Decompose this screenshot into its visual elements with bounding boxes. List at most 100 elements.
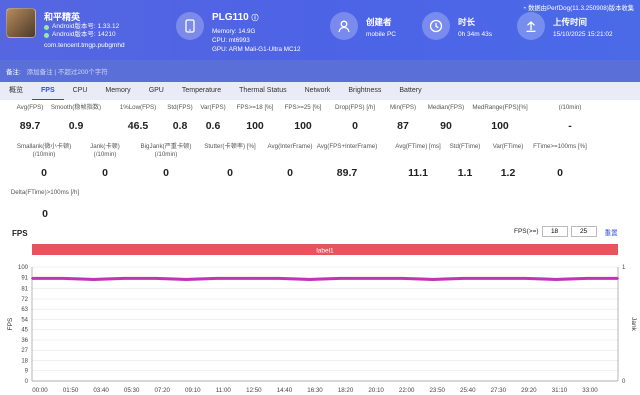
duration-label: 时长 xyxy=(458,17,476,27)
y-tick-label: 54 xyxy=(21,317,28,323)
x-tick-label: 00:00 xyxy=(32,387,48,394)
fps-data-point xyxy=(92,278,95,281)
fps-data-point xyxy=(123,277,126,280)
y-tick-label: 100 xyxy=(18,265,29,271)
upload-label: 上传时间 xyxy=(553,17,588,27)
stat-value: 100 xyxy=(491,120,509,132)
upload-icon xyxy=(517,12,545,40)
stat-label: (/10min) xyxy=(558,104,582,111)
tab-bar: 概览 FPS CPU Memory GPU Temperature Thermal Stat… xyxy=(0,82,640,100)
stat-value: - xyxy=(568,120,572,132)
info-icon[interactable]: ⓘ xyxy=(251,15,258,22)
x-tick-label: 31:10 xyxy=(552,387,568,394)
y-tick-label: 0 xyxy=(25,379,29,385)
y-tick-label: 27 xyxy=(21,348,28,354)
x-tick-label: 11:00 xyxy=(216,387,232,394)
stat-item: (/10min) - xyxy=(530,104,610,132)
y2-tick-label: 0 xyxy=(622,379,626,385)
device-meta: Memory: 14.9G CPU: mt6993 GPU: ARM Mali-… xyxy=(212,27,301,54)
tab-7[interactable]: Network xyxy=(296,82,340,100)
game-meta: Android版本号: 1.33.12 Android版本号: 14210 xyxy=(44,23,119,39)
stat-label: Avg(FPS+InterFrame) xyxy=(316,143,378,150)
stat-item: FTime>=100ms [%] 0 xyxy=(520,143,600,179)
stat-item: MedRange(FPS)[%] 100 xyxy=(460,104,540,132)
fps-threshold-input-1[interactable] xyxy=(541,226,568,237)
fps-series-line xyxy=(32,276,618,281)
game-name: 和平精英 xyxy=(44,12,81,22)
fps-chart[interactable]: label1 0 9 18 27 36 45 54 63 72 81 91 100 0 1 FPS Jank 00… xyxy=(0,240,640,395)
x-tick-label: 22:00 xyxy=(399,387,415,394)
fps-data-point xyxy=(555,278,558,281)
fps-data-point xyxy=(493,277,496,280)
y-tick-label: 72 xyxy=(21,297,28,303)
fps-threshold-input-2[interactable] xyxy=(570,226,597,237)
device-gpu: GPU: ARM Mali-G1-Ultra MC12 xyxy=(212,46,301,53)
fps-data-point xyxy=(401,277,404,280)
x-tick-label: 07:20 xyxy=(154,387,170,394)
fps-data-point xyxy=(617,277,619,280)
duration-value: 0h 34m 43s xyxy=(458,31,492,38)
y-tick-label: 63 xyxy=(21,307,28,313)
package-name: com.tencent.tmgp.pubgmhd xyxy=(44,42,125,49)
tab-0[interactable]: 概览 xyxy=(0,82,32,100)
fps-data-point xyxy=(246,277,249,280)
x-tick-label: 33:00 xyxy=(582,387,598,394)
perfdog-icon: ◔ xyxy=(522,5,527,12)
fps-data-point xyxy=(432,278,434,281)
y-tick-label: 18 xyxy=(21,358,28,364)
creator-value: mobile PC xyxy=(366,31,396,38)
fps-data-point xyxy=(308,278,311,281)
fps-data-point xyxy=(31,277,33,280)
reset-button[interactable]: 重置 xyxy=(605,227,618,237)
x-tick-label: 25:40 xyxy=(460,387,476,394)
y-tick-label: 9 xyxy=(25,369,29,375)
y-axis-label: FPS xyxy=(7,317,14,330)
stat-value: 89.7 xyxy=(336,167,358,179)
legend-band-label: label1 xyxy=(316,248,334,255)
stat-label: Delta(FTime)>100ms [/h] xyxy=(10,189,80,196)
clock-icon xyxy=(422,12,450,40)
fps-data-point xyxy=(524,277,527,280)
tab-8[interactable]: Brightness xyxy=(339,82,390,100)
fps-data-point xyxy=(339,277,342,280)
x-tick-label: 14:40 xyxy=(277,387,293,394)
android-icon xyxy=(44,32,49,38)
tab-9[interactable]: Battery xyxy=(390,82,430,100)
android-version: Android版本号: 1.33.12 xyxy=(52,23,120,30)
phone-icon xyxy=(176,12,204,40)
tab-3[interactable]: Memory xyxy=(96,82,139,100)
y-tick-label: 45 xyxy=(21,328,28,334)
stat-value: 0 xyxy=(557,167,563,179)
fps-data-point xyxy=(370,277,373,280)
tab-5[interactable]: Temperature xyxy=(173,82,230,100)
stat-label: FTime>=100ms [%] xyxy=(533,143,587,150)
stat-item: Avg(FPS+InterFrame) 89.7 xyxy=(307,143,387,179)
notes-input[interactable]: 添加备注 | 不超过200个字符 xyxy=(27,69,108,76)
x-tick-label: 23:50 xyxy=(429,387,445,394)
report-header: 和平精英 Android版本号: 1.33.12 Android版本号: 142… xyxy=(0,0,640,60)
fps-threshold-control: FPS(>=) 重置 xyxy=(514,226,618,237)
android-code: Android版本号: 14210 xyxy=(52,31,116,38)
x-tick-label: 27:30 xyxy=(491,387,507,394)
y2-axis-label: Jank xyxy=(630,317,637,331)
notes-label: 备注: xyxy=(6,69,21,76)
notes-bar: 备注: 添加备注 | 不超过200个字符 xyxy=(0,60,640,82)
x-tick-label: 12:50 xyxy=(246,387,262,394)
game-icon xyxy=(6,8,36,38)
user-icon xyxy=(330,12,358,40)
tab-4[interactable]: GPU xyxy=(140,82,173,100)
device-cpu: CPU: mt6993 xyxy=(212,37,250,44)
y-tick-label: 91 xyxy=(21,275,28,281)
x-tick-label: 18:20 xyxy=(338,387,354,394)
fps-data-point xyxy=(154,277,157,280)
x-tick-label: 16:30 xyxy=(307,387,323,394)
chart-title: FPS xyxy=(12,229,28,238)
tab-2[interactable]: CPU xyxy=(64,82,97,100)
x-tick-label: 29:20 xyxy=(521,387,537,394)
upload-value: 15/10/2025 15:21:02 xyxy=(553,31,613,38)
tab-6[interactable]: Thermal Status xyxy=(230,82,295,100)
tab-1[interactable]: FPS xyxy=(32,82,64,100)
stat-item: Delta(FTime)>100ms [/h] 0 xyxy=(5,189,85,220)
y-tick-label: 36 xyxy=(21,338,28,344)
device-memory: Memory: 14.9G xyxy=(212,28,256,35)
